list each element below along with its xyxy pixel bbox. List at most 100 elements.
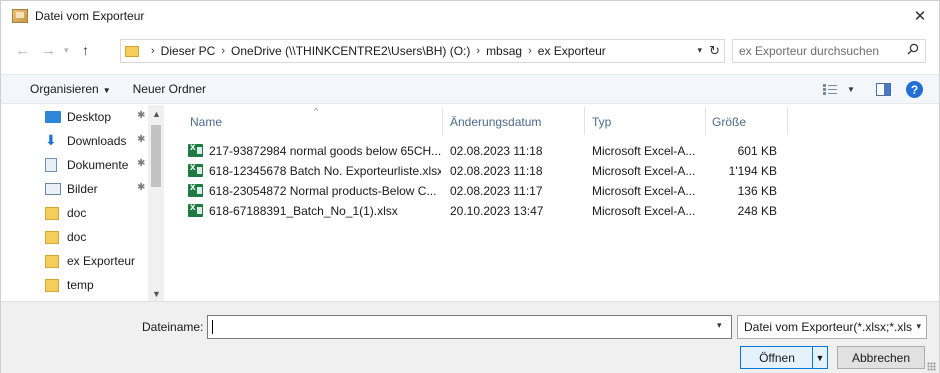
file-date: 02.08.2023 11:18 bbox=[450, 164, 543, 178]
sidebar-item-pictures[interactable]: Bilder ✱ bbox=[37, 177, 164, 201]
desktop-icon bbox=[45, 111, 61, 123]
open-options-button[interactable]: ▼ bbox=[812, 347, 827, 368]
close-icon: ✕ bbox=[913, 8, 927, 25]
folder-icon bbox=[45, 230, 59, 244]
chevron-right-icon[interactable]: › bbox=[476, 45, 480, 57]
back-button[interactable]: ← bbox=[15, 42, 30, 59]
scroll-up-icon[interactable]: ▲ bbox=[152, 109, 161, 119]
filename-input[interactable] bbox=[207, 315, 732, 339]
filetype-selected: Datei vom Exporteur(*.xlsx;*.xls bbox=[744, 320, 913, 334]
search-input[interactable]: ex Exporteur durchsuchen bbox=[732, 39, 926, 63]
navigation-bar: ← → ▾ ↑ › Dieser PC › OneDrive (\\THINKC… bbox=[1, 38, 939, 66]
sidebar-item-doc[interactable]: doc bbox=[37, 201, 164, 225]
address-dropdown-button[interactable]: ▾ bbox=[697, 45, 702, 56]
column-divider[interactable] bbox=[705, 107, 706, 135]
column-label: Typ bbox=[592, 115, 612, 129]
column-header-size[interactable]: Größe bbox=[712, 110, 782, 134]
forward-button[interactable]: → bbox=[41, 42, 56, 59]
view-options-icon[interactable] bbox=[823, 84, 837, 95]
scrollbar-thumb[interactable] bbox=[151, 125, 161, 187]
resize-grip-icon[interactable] bbox=[927, 362, 936, 371]
sidebar-item-label: Downloads bbox=[67, 134, 127, 148]
dialog-footer: Dateiname: ▾ Datei vom Exporteur(*.xlsx;… bbox=[1, 301, 939, 373]
column-label: Name bbox=[190, 115, 223, 129]
filename-history-button[interactable]: ▾ bbox=[717, 320, 722, 331]
excel-file-icon bbox=[188, 162, 203, 177]
breadcrumb-mbsag[interactable]: mbsag bbox=[486, 44, 522, 58]
app-icon bbox=[12, 9, 28, 23]
cancel-button[interactable]: Abbrechen bbox=[837, 346, 925, 369]
table-row[interactable]: 618-12345678 Batch No. Exporteurliste.xl… bbox=[184, 161, 794, 181]
navigation-scrollbar[interactable]: ▲ ▼ bbox=[148, 105, 164, 301]
breadcrumb-ex-exporteur[interactable]: ex Exporteur bbox=[538, 44, 606, 58]
file-open-dialog: Datei vom Exporteur ✕ ← → ▾ ↑ › Dieser P… bbox=[0, 0, 940, 373]
filename-label: Dateiname: bbox=[142, 320, 204, 334]
sidebar-item-label: temp bbox=[67, 278, 94, 292]
title-bar: Datei vom Exporteur ✕ bbox=[1, 1, 939, 31]
column-divider[interactable] bbox=[584, 107, 585, 135]
sort-ascending-icon: ^ bbox=[314, 106, 319, 116]
breadcrumb-this-pc[interactable]: Dieser PC bbox=[161, 44, 216, 58]
help-icon[interactable]: ? bbox=[906, 81, 923, 98]
open-button[interactable]: Öffnen ▼ bbox=[740, 346, 828, 369]
caret-down-icon: ▼ bbox=[815, 352, 825, 363]
refresh-icon: ↻ bbox=[709, 43, 720, 58]
folder-icon bbox=[45, 278, 59, 292]
sidebar-item-ex-exporteur[interactable]: ex Exporteur bbox=[37, 249, 164, 273]
file-size: 248 KB bbox=[737, 204, 777, 218]
table-row[interactable]: 618-67188391_Batch_No_1(1).xlsx 20.10.20… bbox=[184, 201, 794, 221]
search-icon[interactable] bbox=[907, 43, 919, 55]
folder-icon bbox=[45, 254, 59, 268]
breadcrumb-onedrive[interactable]: OneDrive (\\THINKCENTRE2\Users\BH) (O:) bbox=[231, 44, 470, 58]
chevron-right-icon[interactable]: › bbox=[151, 45, 155, 57]
chevron-down-icon: ▾ bbox=[64, 45, 69, 55]
file-size: 136 KB bbox=[737, 184, 777, 198]
column-divider[interactable] bbox=[787, 107, 788, 135]
chevron-down-icon: ▾ bbox=[916, 321, 921, 331]
preview-pane-icon[interactable] bbox=[876, 83, 891, 96]
sidebar-item-desktop[interactable]: Desktop ✱ bbox=[37, 105, 164, 129]
search-placeholder: ex Exporteur durchsuchen bbox=[739, 44, 880, 58]
column-label: Größe bbox=[712, 115, 747, 129]
chevron-down-icon: ▼ bbox=[102, 86, 111, 95]
arrow-up-icon: ↑ bbox=[82, 42, 89, 58]
file-name: 217-93872984 normal goods below 65CH... bbox=[209, 144, 441, 158]
organize-button[interactable]: Organisieren ▼ bbox=[30, 82, 111, 96]
sidebar-item-documents[interactable]: Dokumente ✱ bbox=[37, 153, 164, 177]
navigation-pane: Desktop ✱ Downloads ✱ Dokumente ✱ Bilder… bbox=[37, 105, 164, 301]
column-divider[interactable] bbox=[442, 107, 443, 135]
column-header-name[interactable]: Name ^ bbox=[190, 106, 440, 134]
filetype-select[interactable]: Datei vom Exporteur(*.xlsx;*.xls ▾ bbox=[737, 315, 927, 339]
download-icon bbox=[45, 132, 61, 149]
sidebar-item-label: Dokumente bbox=[67, 158, 129, 172]
recent-locations-button[interactable]: ▾ bbox=[64, 45, 69, 56]
pin-icon: ✱ bbox=[137, 134, 146, 145]
file-list: Name ^ Änderungsdatum Typ Größe 217-9387… bbox=[184, 105, 924, 301]
file-name: 618-12345678 Batch No. Exporteurliste.xl… bbox=[209, 164, 441, 178]
sidebar-item-label: doc bbox=[67, 206, 87, 220]
chevron-right-icon[interactable]: › bbox=[528, 45, 532, 57]
file-date: 02.08.2023 11:18 bbox=[450, 144, 543, 158]
sidebar-item-temp[interactable]: temp bbox=[37, 273, 164, 297]
text-cursor bbox=[212, 320, 213, 334]
table-row[interactable]: 618-23054872 Normal products-Below C... … bbox=[184, 181, 794, 201]
sidebar-item-downloads[interactable]: Downloads ✱ bbox=[37, 129, 164, 153]
excel-file-icon bbox=[188, 202, 203, 217]
column-header-type[interactable]: Typ bbox=[592, 110, 702, 134]
up-button[interactable]: ↑ bbox=[82, 42, 89, 58]
scroll-down-icon[interactable]: ▼ bbox=[152, 289, 161, 299]
sidebar-item-doc-2[interactable]: doc bbox=[37, 225, 164, 249]
chevron-right-icon[interactable]: › bbox=[221, 45, 225, 57]
column-header-date[interactable]: Änderungsdatum bbox=[450, 110, 580, 134]
window-title: Datei vom Exporteur bbox=[35, 9, 145, 23]
pin-icon: ✱ bbox=[137, 182, 146, 193]
refresh-button[interactable]: ↻ bbox=[709, 43, 720, 59]
close-button[interactable]: ✕ bbox=[909, 5, 931, 27]
view-dropdown-button[interactable]: ▼ bbox=[847, 85, 855, 94]
excel-file-icon bbox=[188, 182, 203, 197]
document-icon bbox=[45, 158, 57, 172]
sidebar-item-label: ex Exporteur bbox=[67, 254, 136, 268]
table-row[interactable]: 217-93872984 normal goods below 65CH... … bbox=[184, 141, 794, 161]
new-folder-button[interactable]: Neuer Ordner bbox=[133, 82, 206, 96]
address-bar[interactable]: › Dieser PC › OneDrive (\\THINKCENTRE2\U… bbox=[120, 39, 725, 63]
